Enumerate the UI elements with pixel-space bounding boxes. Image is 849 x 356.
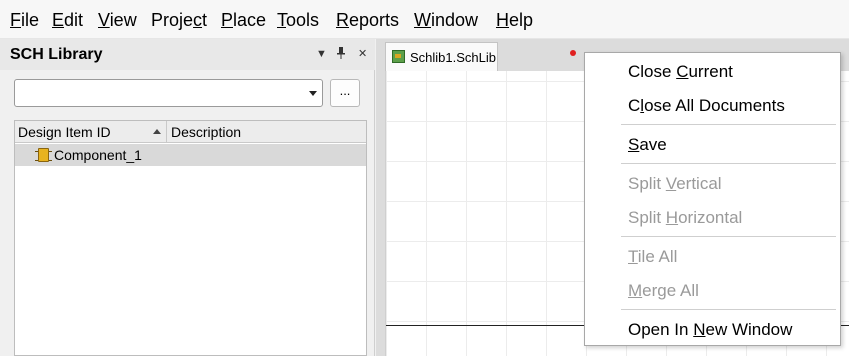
- grid-header: Design Item ID Description: [15, 121, 366, 143]
- menu-separator: [621, 163, 836, 164]
- menu-bar: File Edit View Project Place Tools Repor…: [0, 0, 849, 39]
- menu-place[interactable]: Place: [221, 9, 266, 31]
- component-icon: [35, 148, 52, 162]
- column-separator[interactable]: [166, 121, 167, 143]
- pin-icon[interactable]: [336, 47, 346, 64]
- filter-combobox[interactable]: [14, 79, 323, 107]
- menu-item-merge-all: Merge All: [628, 281, 699, 300]
- pin-icon-glyph: [337, 47, 345, 59]
- menu-view[interactable]: View: [98, 9, 137, 31]
- menu-file[interactable]: File: [10, 9, 39, 31]
- unsaved-indicator-icon: [570, 50, 576, 56]
- tab-context-menu: Close Current Close All Documents Save S…: [584, 52, 841, 346]
- menu-separator: [621, 309, 836, 310]
- component-name: Component_1: [54, 147, 142, 163]
- menu-item-close-all-documents[interactable]: Close All Documents: [628, 96, 785, 116]
- close-icon[interactable]: ✕: [358, 47, 367, 61]
- menu-item-save[interactable]: Save: [628, 135, 667, 155]
- column-description[interactable]: Description: [171, 124, 241, 140]
- panel-header: SCH Library ▼ ✕: [0, 39, 375, 70]
- menu-reports[interactable]: Reports: [336, 9, 399, 31]
- sch-library-panel: SCH Library ▼ ✕ ... Design Item ID Descr…: [0, 39, 375, 356]
- menu-separator: [621, 124, 836, 125]
- menu-help[interactable]: Help: [496, 9, 533, 31]
- browse-button[interactable]: ...: [330, 79, 360, 107]
- panel-menu-icon[interactable]: ▼: [316, 47, 327, 61]
- menu-edit[interactable]: Edit: [52, 9, 83, 31]
- menu-item-open-in-new-window[interactable]: Open In New Window: [628, 320, 792, 340]
- menu-item-close-current[interactable]: Close Current: [628, 62, 733, 82]
- table-row[interactable]: Component_1: [15, 144, 366, 166]
- chevron-down-icon[interactable]: [309, 91, 317, 96]
- component-grid: Design Item ID Description Component_1: [14, 120, 367, 356]
- sort-ascending-icon: [153, 129, 161, 134]
- panel-title: SCH Library: [10, 46, 103, 63]
- menu-item-split-vertical: Split Vertical: [628, 174, 722, 193]
- menu-tools[interactable]: Tools: [277, 9, 319, 31]
- menu-separator: [621, 236, 836, 237]
- menu-item-tile-all: Tile All: [628, 247, 678, 266]
- column-design-item-id[interactable]: Design Item ID: [18, 124, 111, 140]
- menu-project[interactable]: Project: [151, 9, 207, 31]
- schlib-file-icon: [392, 50, 405, 63]
- menu-item-split-horizontal: Split Horizontal: [628, 208, 743, 227]
- tab-schlib1[interactable]: Schlib1.SchLib: [385, 42, 498, 71]
- menu-window[interactable]: Window: [414, 9, 478, 31]
- tab-label: Schlib1.SchLib: [410, 50, 496, 65]
